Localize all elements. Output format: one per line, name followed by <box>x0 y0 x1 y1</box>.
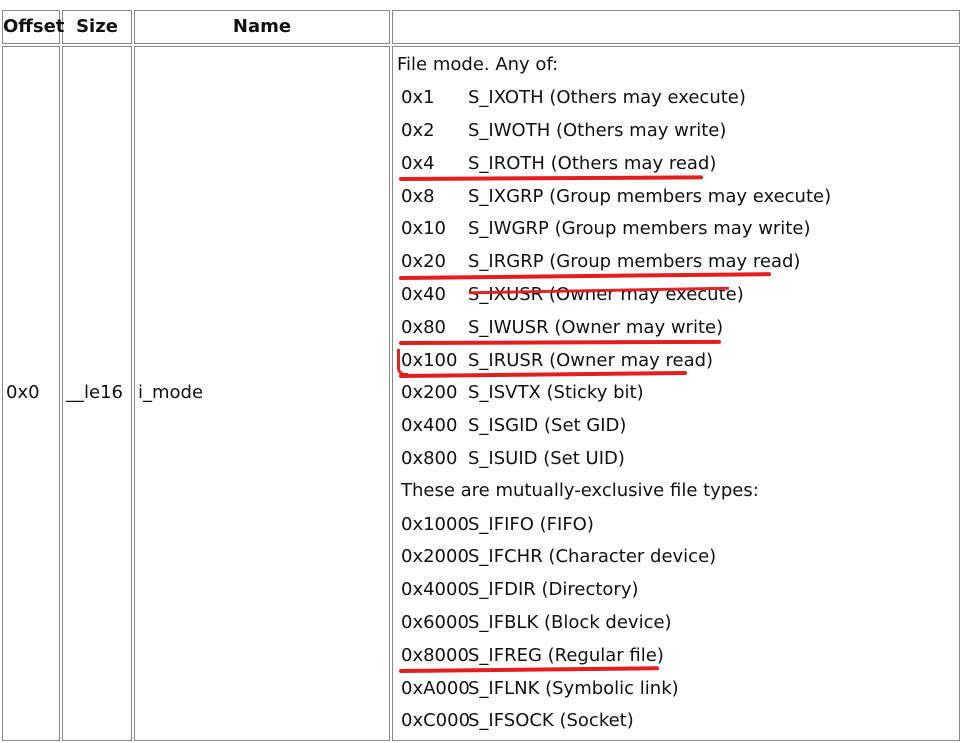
mode-flag-value: 0x2 <box>401 119 435 141</box>
table-row: 0x0 __le16 i_mode File mode. Any of: 0x1… <box>2 46 960 741</box>
file-type-value: 0x4000 <box>401 579 469 601</box>
file-type-label: S_IFIFO (FIFO) <box>468 513 594 535</box>
file-type-row: 0xC000 S_IFSOCK (Socket) <box>397 705 955 738</box>
file-type-row: 0x1000 S_IFIFO (FIFO) <box>397 508 955 541</box>
mode-flag-value: 0x80 <box>401 316 447 338</box>
mode-flag-label: S_IXGRP (Group members may execute) <box>468 185 832 207</box>
mode-flag-label: S_ISUID (Set UID) <box>468 447 625 469</box>
mode-flag-value: 0x8 <box>401 185 435 207</box>
name-header: Name <box>134 10 390 44</box>
size-header: Size <box>62 10 132 44</box>
file-type-label: S_IFREG (Regular file) <box>468 644 664 666</box>
mode-flag-label: S_IRUSR (Owner may read) <box>468 349 714 371</box>
file-type-label: S_IFBLK (Block device) <box>468 611 672 633</box>
mode-flag-row: 0x2 S_IWOTH (Others may write) <box>397 115 955 148</box>
offset-cell: 0x0 <box>2 46 60 741</box>
mode-flag-label: S_IROTH (Others may read) <box>468 152 717 174</box>
mode-flag-row: 0x10 S_IWGRP (Group members may write) <box>397 213 955 246</box>
mode-flag-label: S_IXOTH (Others may execute) <box>468 87 746 109</box>
file-type-value: 0x8000 <box>401 644 469 666</box>
file-type-value: 0xC000 <box>401 710 471 732</box>
mode-flag-row: 0x200 S_ISVTX (Sticky bit) <box>397 377 955 410</box>
mode-flag-label: S_IWOTH (Others may write) <box>468 119 727 141</box>
file-type-label: S_IFDIR (Directory) <box>468 579 639 601</box>
red-bracket-mark <box>397 349 408 377</box>
file-type-row-highlighted: 0x8000 S_IFREG (Regular file) <box>397 639 955 674</box>
mode-flag-row-highlighted: 0x4 S_IROTH (Others may read) <box>397 147 955 182</box>
file-type-row: 0xA000 S_IFLNK (Symbolic link) <box>397 672 955 705</box>
mode-flag-value: 0x400 <box>401 415 458 437</box>
mode-flag-label: S_ISVTX (Sticky bit) <box>468 382 644 404</box>
file-type-row: 0x6000 S_IFBLK (Block device) <box>397 607 955 640</box>
name-cell: i_mode <box>134 46 390 741</box>
mode-flag-value: 0x20 <box>401 251 447 273</box>
file-type-row: 0x4000 S_IFDIR (Directory) <box>397 574 955 607</box>
mode-flag-value: 0x10 <box>401 218 447 240</box>
description-cell: File mode. Any of: 0x1 S_IXOTH (Others m… <box>392 46 960 741</box>
document-frame: Offset Size Name 0x0 __le16 i_mode File … <box>0 0 960 741</box>
file-type-value: 0x1000 <box>401 513 469 535</box>
mode-flag-row: 0x40 S_IXUSR (Owner may execute) <box>397 279 955 312</box>
mode-flag-value: 0x40 <box>401 283 447 305</box>
mode-intro: File mode. Any of: <box>397 54 559 75</box>
mode-flag-value: 0x200 <box>401 382 458 404</box>
mode-flag-value: 0x1 <box>401 87 435 109</box>
file-type-value: 0x2000 <box>401 546 469 568</box>
mode-flag-value: 0x800 <box>401 447 458 469</box>
file-type-label: S_IFCHR (Character device) <box>468 546 717 568</box>
mode-flag-label: S_IRGRP (Group members may read) <box>468 251 801 273</box>
inode-field-table: Offset Size Name 0x0 __le16 i_mode File … <box>0 8 960 743</box>
mode-flag-label: S_IWUSR (Owner may write) <box>468 316 724 338</box>
mode-flag-row: 0x800 S_ISUID (Set UID) <box>397 443 955 476</box>
mode-flag-row-highlighted: 0x100 S_IRUSR (Owner may read) <box>397 344 955 378</box>
size-cell: __le16 <box>62 46 132 741</box>
file-type-label: S_IFSOCK (Socket) <box>468 710 634 732</box>
file-type-value: 0xA000 <box>401 677 470 699</box>
description-header <box>392 10 960 44</box>
mode-flag-label: S_ISGID (Set GID) <box>468 415 627 437</box>
mode-flag-row: 0x1 S_IXOTH (Others may execute) <box>397 82 955 115</box>
mode-flag-row: 0x8 S_IXGRP (Group members may execute) <box>397 180 955 213</box>
mode-flag-value: 0x4 <box>401 152 435 174</box>
file-type-value: 0x6000 <box>401 611 469 633</box>
mode-flag-row-highlighted: 0x20 S_IRGRP (Group members may read) <box>397 246 955 280</box>
offset-header: Offset <box>2 10 64 44</box>
file-type-label: S_IFLNK (Symbolic link) <box>468 677 679 699</box>
table-header-row: Offset Size Name <box>2 10 960 44</box>
file-types-heading: These are mutually-exclusive file types: <box>401 480 759 502</box>
mode-flag-value: 0x100 <box>401 349 458 371</box>
mode-flag-row-highlighted: 0x80 S_IWUSR (Owner may write) <box>397 311 955 346</box>
mode-flag-label: S_IWGRP (Group members may write) <box>468 218 811 240</box>
mode-flag-row: 0x400 S_ISGID (Set GID) <box>397 410 955 443</box>
file-type-row: 0x2000 S_IFCHR (Character device) <box>397 541 955 574</box>
